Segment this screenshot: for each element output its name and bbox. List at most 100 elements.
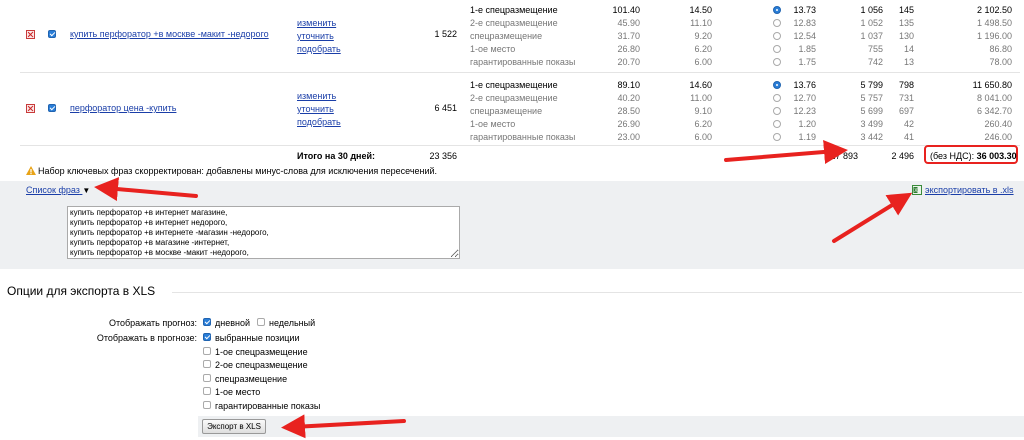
position-bid: 20.70 <box>617 57 640 67</box>
position-cpc: 1.19 <box>798 132 816 142</box>
position-ctr: 42 <box>903 119 914 129</box>
position-price: 9.10 <box>694 106 712 116</box>
forecast-option-checkbox[interactable] <box>203 346 211 355</box>
position-name: 1-ое место <box>470 119 516 129</box>
impressions: 1 522 <box>434 29 457 39</box>
position-bid: 45.90 <box>617 18 640 28</box>
excel-icon: X <box>912 185 922 195</box>
forecast-option-checkbox[interactable] <box>203 387 211 395</box>
position-cpc: 1.20 <box>798 119 816 129</box>
position-price: 14.50 <box>689 5 712 15</box>
position-clicks: 1 037 <box>860 31 883 41</box>
position-bid: 28.50 <box>617 106 640 116</box>
position-clicks: 1 056 <box>860 5 883 15</box>
position-name: 1-е спецразмещение <box>470 80 558 90</box>
totals-clicks: 17 893 <box>830 151 858 161</box>
delete-icon[interactable] <box>26 104 35 113</box>
forecast-option-label: выбранные позиции <box>215 333 300 343</box>
position-price: 6.00 <box>694 57 712 67</box>
in-forecast-label: Отображать в прогнозе: <box>96 333 197 343</box>
totals-impressions: 23 356 <box>429 151 457 161</box>
weekly-label: недельный <box>269 318 316 328</box>
delete-icon[interactable] <box>26 30 35 39</box>
keyword-phrase[interactable]: купить перфоратор +в москве -макит -недо… <box>70 29 269 39</box>
position-name: 1-е спецразмещение <box>470 5 558 15</box>
button-bar <box>198 416 1024 437</box>
position-ctr: 731 <box>898 93 914 103</box>
position-bid: 31.70 <box>617 31 640 41</box>
daily-checkbox[interactable] <box>203 318 211 326</box>
position-cpc: 12.54 <box>793 31 816 41</box>
position-clicks: 1 052 <box>860 18 883 28</box>
position-ctr: 13 <box>903 57 914 67</box>
position-name: 1-ое место <box>470 44 516 54</box>
forecast-option-checkbox[interactable] <box>203 373 211 382</box>
triangle-down-icon: ▼ <box>82 186 91 195</box>
position-name: 2-е спецразмещение <box>470 93 558 103</box>
weekly-checkbox[interactable] <box>257 318 265 326</box>
export-xls-link[interactable]: экспортировать в .xls <box>925 185 1014 195</box>
position-name: гарантированные показы <box>470 57 576 67</box>
position-bid: 23.00 <box>617 132 640 142</box>
forecast-option-checkbox[interactable] <box>203 333 211 341</box>
cost-label: (без НДС): <box>930 151 975 161</box>
position-cpc: 13.73 <box>793 5 816 15</box>
position-ctr: 697 <box>898 106 914 116</box>
position-ctr: 14 <box>903 44 914 54</box>
phrase-list-label: Список фраз <box>26 185 80 195</box>
position-cost: 1 498.50 <box>976 18 1012 28</box>
position-ctr: 130 <box>898 31 914 41</box>
position-cpc: 12.70 <box>793 93 816 103</box>
warning-text: Набор ключевых фраз скорректирован: доба… <box>38 166 438 176</box>
position-bid: 40.20 <box>617 93 640 103</box>
phrase-list-toggle[interactable]: Список фраз ▼ <box>26 185 90 195</box>
position-price: 14.60 <box>689 80 712 90</box>
edit-link[interactable]: изменить <box>297 91 336 101</box>
refine-link[interactable]: уточнить <box>297 104 334 114</box>
position-name: гарантированные показы <box>470 132 576 142</box>
position-cpc: 12.23 <box>793 106 816 116</box>
position-ctr: 145 <box>898 5 914 15</box>
position-cost: 11 650.80 <box>972 80 1012 90</box>
phrase-list-textarea[interactable] <box>67 206 460 259</box>
position-price: 6.20 <box>694 119 712 129</box>
keyword-checkbox[interactable] <box>48 30 56 38</box>
keyword-phrase[interactable]: перфоратор цена -купить <box>70 103 176 113</box>
position-cost: 246.00 <box>984 132 1012 142</box>
position-cost: 2 102.50 <box>976 5 1012 15</box>
position-ctr: 135 <box>898 18 914 28</box>
warning-icon <box>26 166 36 175</box>
position-cpc: 13.76 <box>793 80 816 90</box>
totals-ctr: 2 496 <box>891 151 914 161</box>
forecast-option-label: 1-ое место <box>215 387 261 397</box>
position-price: 6.20 <box>694 44 712 54</box>
position-clicks: 3 442 <box>860 132 883 142</box>
position-cost: 78.00 <box>989 57 1012 67</box>
position-clicks: 5 799 <box>860 80 883 90</box>
position-cost: 8 041.00 <box>976 93 1012 103</box>
refine-link[interactable]: уточнить <box>297 31 334 41</box>
edit-link[interactable]: изменить <box>297 18 336 28</box>
pick-link[interactable]: подобрать <box>297 117 341 127</box>
row-divider <box>20 72 1020 73</box>
keyword-checkbox[interactable] <box>48 104 56 112</box>
position-price: 9.20 <box>694 31 712 41</box>
forecast-option-checkbox[interactable] <box>203 360 211 368</box>
position-clicks: 755 <box>867 44 883 54</box>
pick-link[interactable]: подобрать <box>297 44 341 54</box>
position-ctr: 41 <box>903 132 914 142</box>
position-clicks: 742 <box>867 57 883 67</box>
position-cost: 260.40 <box>984 119 1012 129</box>
position-bid: 26.80 <box>617 44 640 54</box>
forecast-option-checkbox[interactable] <box>203 400 211 409</box>
forecast-option-label: 1-ое спецразмещение <box>215 346 308 357</box>
totals-cost: (без НДС): 36 003.30 <box>930 151 1017 161</box>
position-price: 11.00 <box>690 93 712 103</box>
row-divider <box>20 145 1020 146</box>
position-name: 2-е спецразмещение <box>470 18 558 28</box>
position-price: 11.10 <box>690 18 712 28</box>
position-cost: 1 196.00 <box>976 31 1012 41</box>
cost-value: 36 003.30 <box>976 151 1017 161</box>
export-options-title: Опции для экспорта в XLS <box>7 284 156 298</box>
export-xls-button[interactable]: Экспорт в XLS <box>202 419 266 434</box>
